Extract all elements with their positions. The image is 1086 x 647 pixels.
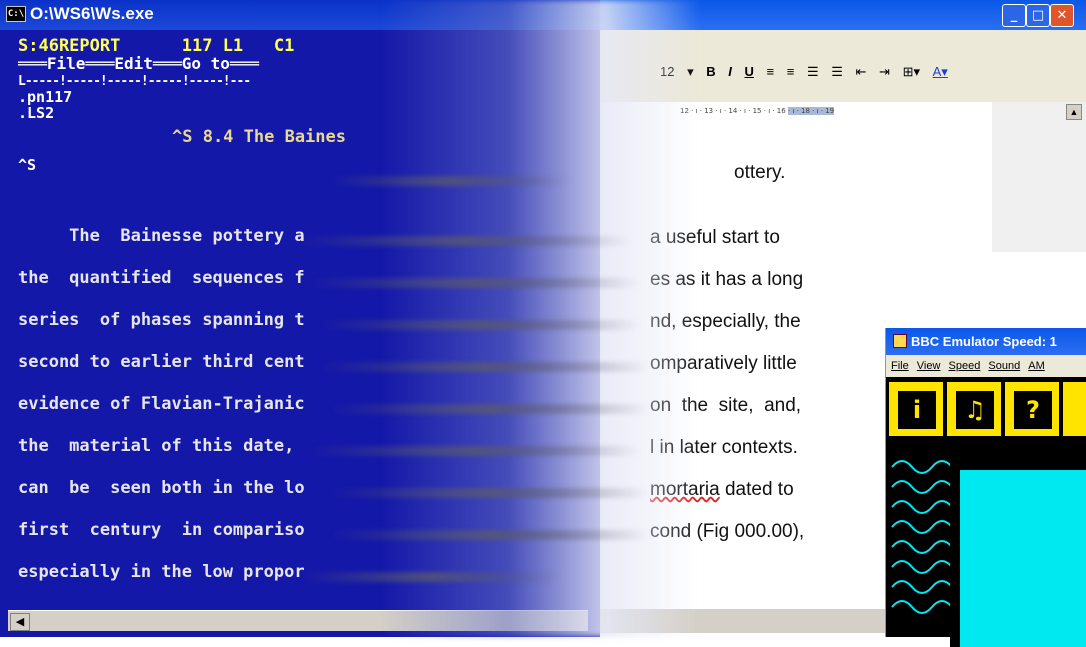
bullets-icon[interactable]: ☰ — [831, 64, 843, 80]
dos-window-title: O:\WS6\Ws.exe — [30, 4, 154, 23]
dot-command-ls: .LS2 — [18, 104, 55, 122]
menu-view[interactable]: View — [917, 360, 941, 372]
menu-sound[interactable]: Sound — [988, 360, 1020, 372]
blur-smudge — [320, 320, 640, 330]
blur-smudge — [310, 278, 640, 288]
doc-heading-tail: ottery. — [734, 162, 786, 183]
border-icon[interactable]: ⊞▾ — [903, 64, 920, 80]
help-icon[interactable]: ? — [1003, 380, 1061, 438]
caret-s-code: ^S — [18, 156, 37, 174]
menu-file[interactable]: File — [891, 360, 909, 372]
console-icon: C:\ — [6, 6, 26, 22]
text-line: evidence of Flavian-Trajanic — [18, 394, 305, 414]
blur-smudge — [330, 530, 650, 540]
menu-am[interactable]: AM — [1028, 360, 1045, 372]
section-heading: ^S 8.4 The Baines — [172, 127, 346, 147]
text-line: series of phases spanning t — [18, 310, 305, 330]
underline-button[interactable]: U — [745, 64, 754, 79]
scroll-left-icon[interactable]: ◀ — [10, 613, 30, 631]
font-color-icon[interactable]: A▾ — [933, 64, 948, 80]
maximize-button[interactable]: □ — [1026, 4, 1050, 27]
text-line: second to earlier third cent — [18, 352, 305, 372]
blur-smudge — [330, 176, 570, 186]
italic-button[interactable]: I — [728, 64, 732, 79]
blur-smudge — [300, 236, 630, 246]
help-glyph: ? — [1011, 388, 1055, 432]
info-icon[interactable]: i — [887, 380, 945, 438]
text-line: can be seen both in the lo — [18, 478, 305, 498]
info-glyph: i — [895, 388, 939, 432]
text-line: first century in compariso — [18, 520, 305, 540]
menu-speed[interactable]: Speed — [949, 360, 981, 372]
indent-icon[interactable]: ⇤ — [856, 64, 867, 80]
horizontal-ruler[interactable]: 12 · ı · 13 · ı · 14 · ı · 15 · ı · 16 ·… — [680, 107, 1040, 120]
close-button[interactable]: ✕ — [1050, 4, 1074, 27]
text-line: The Bainesse pottery a — [18, 226, 305, 246]
vertical-scrollbar[interactable]: ▲ — [992, 102, 1086, 252]
scroll-up-icon[interactable]: ▲ — [1066, 104, 1082, 120]
outdent-icon[interactable]: ⇥ — [879, 64, 890, 80]
bbc-window-title: BBC Emulator Speed: 1 — [911, 334, 1057, 349]
align-center-icon[interactable]: ≡ — [787, 64, 795, 79]
blur-smudge — [300, 572, 560, 582]
text-line: the quantified sequences f — [18, 268, 305, 288]
minimize-button[interactable]: _ — [1002, 4, 1026, 27]
numbering-icon[interactable]: ☰ — [807, 64, 819, 80]
music-icon[interactable]: ♫ — [945, 380, 1003, 438]
ruler-ticks-margin: · ı · 18 · ı · 19 — [787, 107, 835, 115]
blend-gradient — [380, 0, 700, 637]
text-line: the material of this date, — [18, 436, 305, 456]
bbc-app-icon — [893, 334, 907, 348]
music-glyph: ♫ — [953, 388, 997, 432]
bold-button[interactable]: B — [706, 64, 715, 79]
blur-smudge — [330, 404, 650, 414]
status-line: S:46REPORT 117 L1 C1 — [18, 36, 295, 56]
menu-bar[interactable]: ═══File═══Edit═══Go to═══ — [18, 54, 259, 73]
water-area — [950, 460, 1086, 647]
align-left-icon[interactable]: ≡ — [767, 64, 775, 79]
bbc-menu-bar: File View Speed Sound AM — [886, 355, 1086, 377]
blur-smudge — [330, 488, 650, 498]
ruler-line: L-----!-----!-----!-----!-----!--- — [18, 74, 251, 89]
blur-smudge — [310, 446, 640, 456]
partial-icon[interactable] — [1061, 380, 1086, 438]
bbc-titlebar[interactable]: BBC Emulator Speed: 1 — [886, 328, 1086, 355]
text-line: especially in the low propor — [18, 562, 305, 582]
blur-smudge — [320, 362, 650, 372]
